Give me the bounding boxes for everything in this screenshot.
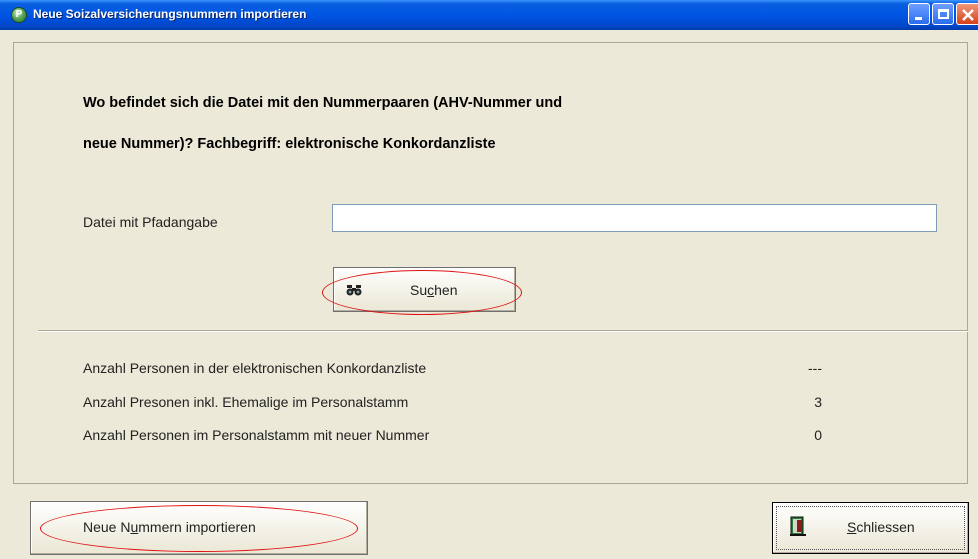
maximize-button[interactable] [932, 3, 954, 25]
stat-value-neue-nummer: 0 [814, 427, 822, 443]
close-button-label: Schliessen [847, 519, 915, 535]
exit-door-icon [788, 515, 810, 540]
close-icon [962, 9, 974, 21]
stat-label-personalstamm: Anzahl Presonen inkl. Ehemalige im Perso… [83, 394, 409, 410]
stat-label-konkordanzliste: Anzahl Personen in der elektronischen Ko… [83, 360, 427, 376]
close-window-button[interactable] [956, 3, 978, 25]
import-button-label: Neue Nummern importieren [83, 519, 256, 535]
search-button-label: Suchen [410, 282, 458, 298]
minimize-button[interactable] [908, 3, 930, 25]
stat-value-konkordanzliste: --- [808, 360, 822, 376]
minimize-icon [915, 17, 922, 20]
stat-label-neue-nummer: Anzahl Personen im Personalstamm mit neu… [83, 427, 430, 443]
file-path-label: Datei mit Pfadangabe [83, 214, 218, 230]
stat-value-personalstamm: 3 [814, 394, 822, 410]
close-button[interactable]: Schliessen [772, 502, 969, 554]
intro-line-2: neue Nummer)? Fachbegriff: elektronische… [83, 136, 496, 152]
file-path-input[interactable] [332, 204, 937, 232]
search-button[interactable]: Suchen [333, 267, 516, 312]
binoculars-icon [346, 283, 362, 300]
section-divider [38, 330, 968, 332]
import-numbers-button[interactable]: Neue Nummern importieren [30, 501, 368, 555]
window-title: Neue Soizalversicherungsnummern importie… [33, 7, 307, 21]
title-bar[interactable]: P Neue Soizalversicherungsnummern import… [0, 0, 978, 30]
intro-line-1: Wo befindet sich die Datei mit den Numme… [83, 95, 563, 111]
maximize-icon [938, 9, 949, 19]
app-icon: P [11, 7, 27, 23]
